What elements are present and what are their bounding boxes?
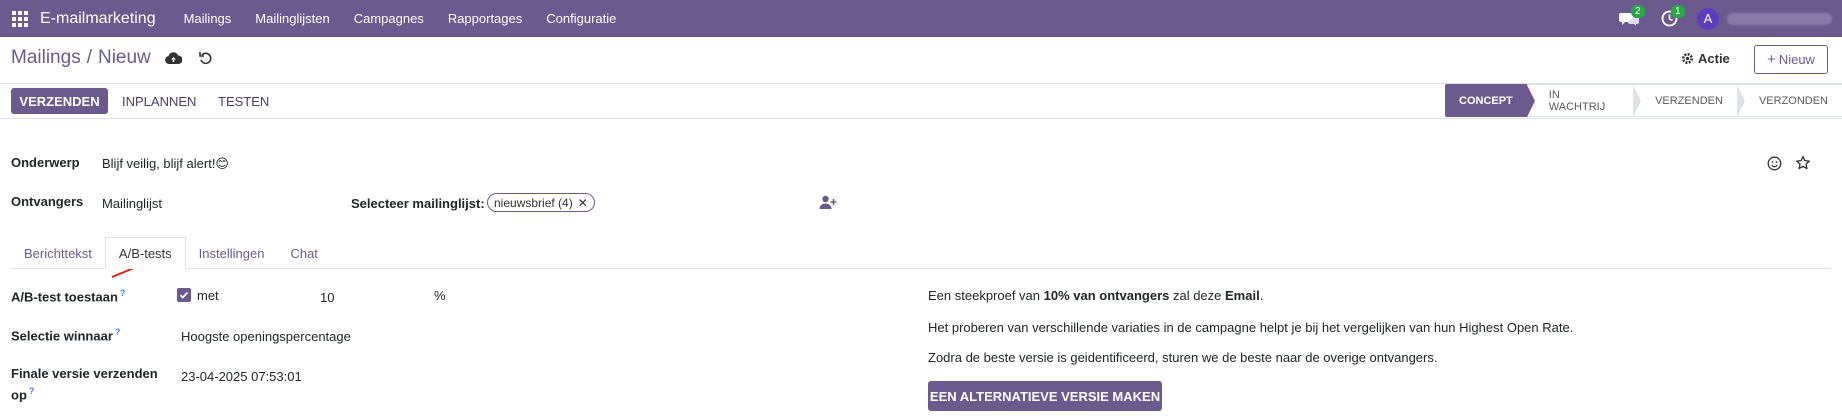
top-navbar: E-mailmarketing Mailings Mailinglijsten … — [0, 0, 1842, 37]
mailinglist-tag-label: nieuwsbrief (4) — [494, 195, 573, 210]
tab-chat[interactable]: Chat — [277, 237, 330, 269]
plus-icon: + — [1767, 51, 1776, 68]
menu-mailings[interactable]: Mailings — [172, 11, 244, 26]
help-tooltip-icon[interactable]: ? — [120, 288, 126, 298]
stage-verzonden[interactable]: VERZONDEN — [1736, 84, 1842, 117]
action-menu-label: Actie — [1698, 51, 1730, 66]
apps-grid-icon[interactable] — [0, 0, 40, 37]
winner-selection-select[interactable]: Hoogste openingspercentage — [181, 329, 351, 344]
checkmark-icon — [179, 291, 189, 299]
recipients-select[interactable]: Mailinglijst — [102, 196, 162, 211]
mailinglist-tag[interactable]: nieuwsbrief (4) ✕ — [487, 193, 595, 212]
status-pipeline: CONCEPT IN WACHTRIJ VERZENDEN VERZONDEN — [1445, 84, 1842, 117]
stage-verzenden[interactable]: VERZENDEN — [1633, 84, 1745, 117]
ab-test-allow-label: A/B-test toestaan? — [11, 288, 125, 304]
activities-count-badge: 1 — [1671, 5, 1685, 18]
add-user-icon[interactable] — [819, 193, 837, 211]
ab-info-sample: Een steekproef van 10% van ontvangers za… — [928, 288, 1263, 303]
percent-sign: % — [434, 288, 446, 303]
menu-rapportages[interactable]: Rapportages — [436, 11, 534, 26]
ab-info-best-version: Zodra de beste versie is geidentificeerd… — [928, 350, 1438, 365]
menu-mailinglijsten[interactable]: Mailinglijsten — [243, 11, 341, 26]
info-text: zal deze — [1169, 288, 1226, 303]
tab-instellingen[interactable]: Instellingen — [186, 237, 278, 269]
statusbar-divider — [0, 118, 1842, 119]
send-button[interactable]: VERZENDEN — [11, 88, 108, 114]
recipients-label: Ontvangers — [11, 194, 84, 209]
stage-in-wachtrij[interactable]: IN WACHTRIJ — [1526, 84, 1642, 117]
activities-button[interactable]: 1 — [1649, 0, 1689, 37]
final-send-label-line2: op? — [11, 386, 34, 402]
new-record-label: Nieuw — [1778, 52, 1815, 67]
with-label: met — [197, 288, 219, 303]
emoji-picker-icon[interactable] — [1765, 154, 1783, 172]
star-favorite-icon[interactable] — [1794, 154, 1812, 172]
action-menu-button[interactable]: Actie — [1681, 51, 1730, 66]
final-send-label: Finale versie verzenden — [11, 366, 158, 381]
final-send-datetime-input[interactable]: 23-04-2025 07:53:01 — [181, 369, 302, 384]
stage-concept[interactable]: CONCEPT — [1445, 84, 1535, 117]
help-tooltip-icon[interactable]: ? — [29, 386, 35, 396]
user-name-blurred[interactable] — [1727, 12, 1832, 25]
subject-input[interactable]: Blijf veilig, blijf alert!😊 — [102, 156, 229, 172]
percentage-input[interactable]: 10 — [320, 290, 334, 305]
user-avatar[interactable]: A — [1697, 7, 1719, 30]
info-bold-percentage: 10% van ontvangers — [1043, 288, 1170, 303]
menu-campagnes[interactable]: Campagnes — [342, 11, 436, 26]
info-bold-email: Email — [1225, 288, 1260, 303]
ab-info-variations: Het proberen van verschillende variaties… — [928, 320, 1574, 335]
undo-icon[interactable] — [197, 49, 215, 67]
create-alternative-version-button[interactable]: EEN ALTERNATIEVE VERSIE MAKEN — [928, 381, 1162, 411]
info-text: . — [1259, 288, 1264, 303]
menu-configuratie[interactable]: Configuratie — [534, 11, 628, 26]
breadcrumb-mailings[interactable]: Mailings — [11, 47, 81, 69]
tab-berichttekst[interactable]: Berichttekst — [11, 237, 105, 269]
breadcrumb-separator: / — [86, 47, 92, 68]
subject-label: Onderwerp — [11, 155, 80, 170]
test-button[interactable]: TESTEN — [218, 88, 269, 114]
remove-tag-icon[interactable]: ✕ — [578, 196, 588, 210]
select-mailinglist-label: Selecteer mailinglijst: — [351, 196, 485, 211]
gear-icon — [1682, 53, 1693, 64]
notebook-tabs: Berichttekst A/B-tests Instellingen Chat — [11, 237, 331, 269]
new-record-button[interactable]: + Nieuw — [1754, 45, 1828, 74]
ab-test-checkbox[interactable] — [177, 288, 191, 302]
ab-test-allow-text: A/B-test toestaan — [11, 289, 118, 305]
breadcrumb-current: Nieuw — [97, 47, 151, 68]
info-text: Een steekproef van — [928, 288, 1044, 303]
tabs-underline — [11, 268, 1831, 269]
messages-button[interactable]: 2 — [1609, 0, 1649, 37]
breadcrumb: Mailings / Nieuw — [11, 47, 215, 69]
schedule-button[interactable]: INPLANNEN — [122, 88, 196, 114]
help-tooltip-icon[interactable]: ? — [115, 327, 121, 337]
messages-count-badge: 2 — [1631, 5, 1645, 18]
final-send-text-2: op — [11, 387, 27, 403]
tab-ab-tests[interactable]: A/B-tests — [104, 237, 186, 269]
winner-selection-label: Selectie winnaar? — [11, 327, 120, 343]
app-name[interactable]: E-mailmarketing — [40, 10, 156, 28]
cloud-upload-icon[interactable] — [165, 49, 183, 67]
winner-selection-text: Selectie winnaar — [11, 328, 113, 344]
